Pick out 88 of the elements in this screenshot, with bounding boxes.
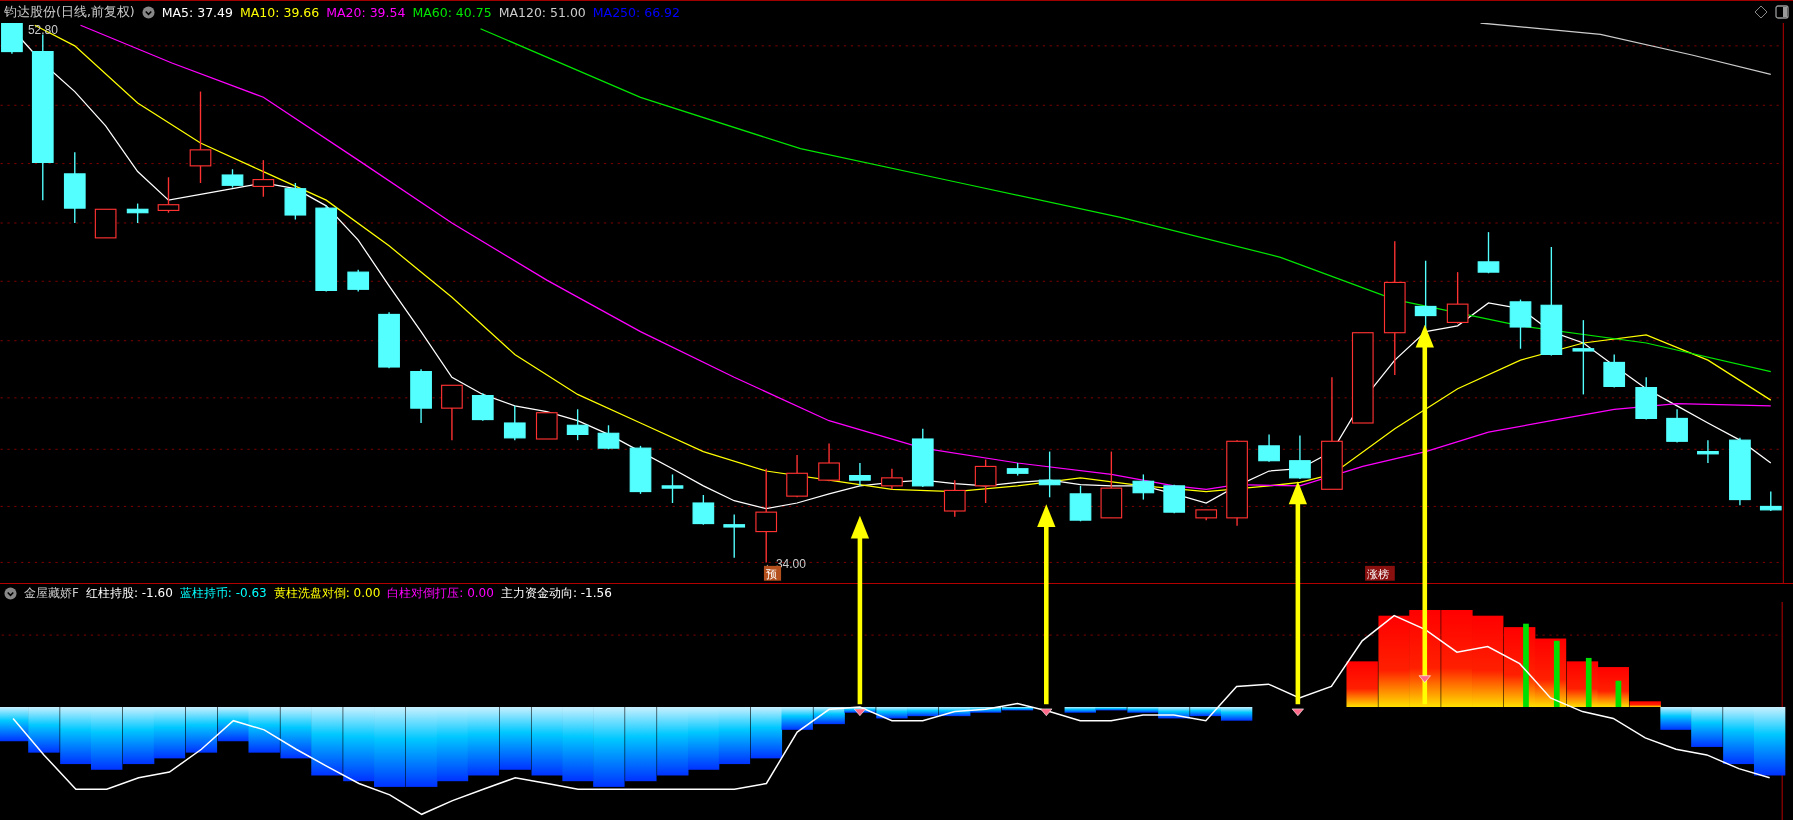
indicator-reading: 黄柱洗盘对倒: 0.00 xyxy=(273,584,381,602)
indicator-bar xyxy=(907,707,939,717)
indicator-bar xyxy=(28,707,60,753)
candlestick xyxy=(94,208,117,239)
indicator-bar xyxy=(718,707,751,765)
indicator-bar xyxy=(657,707,689,776)
candlestick xyxy=(1163,484,1186,514)
candlestick xyxy=(1100,450,1123,519)
indicator-bar xyxy=(687,707,720,770)
candlestick xyxy=(157,176,180,214)
indicator-bar xyxy=(1190,707,1222,717)
diamond-marker-icon xyxy=(1040,708,1053,717)
indicator-reading: 主力资金动向: -1.56 xyxy=(500,584,612,602)
candlestick xyxy=(252,159,275,198)
indicator-reading: 红柱持股: -1.60 xyxy=(85,584,173,602)
indicator-bar xyxy=(91,707,123,770)
candlestick xyxy=(1697,439,1719,464)
indicator-bar xyxy=(122,707,155,765)
candlestick xyxy=(1635,376,1658,421)
candlestick xyxy=(723,513,746,559)
dropdown-icon[interactable] xyxy=(141,5,155,19)
candlestick xyxy=(911,428,934,488)
indicator-bar xyxy=(185,707,218,753)
diamond-marker-icon xyxy=(1291,708,1304,717)
candlestick xyxy=(597,424,620,450)
candlestick xyxy=(786,454,808,498)
candlestick xyxy=(221,168,244,189)
candlestick xyxy=(974,458,997,504)
candlestick xyxy=(818,442,840,482)
candlestick xyxy=(1729,437,1751,506)
indicator-bar xyxy=(60,707,92,765)
ma-legend-value: MA250: 66.92 xyxy=(592,4,680,20)
candlestick xyxy=(1289,434,1311,480)
candlestick xyxy=(1006,462,1029,477)
candlestick xyxy=(1603,353,1626,389)
candlestick xyxy=(881,468,903,490)
diamond-marker-icon xyxy=(853,708,866,717)
candlestick xyxy=(661,473,684,504)
indicator-bar xyxy=(153,707,186,759)
indicator-bar xyxy=(1220,707,1253,721)
candlestick xyxy=(126,202,149,224)
candlestick xyxy=(1195,509,1218,521)
indicator-bar xyxy=(248,707,280,753)
candlestick xyxy=(1,23,23,55)
candlestick xyxy=(1258,433,1280,463)
candlestick xyxy=(410,368,432,424)
dropdown-icon[interactable] xyxy=(4,586,17,600)
diamond-icon[interactable] xyxy=(1754,5,1768,19)
candlestick xyxy=(1038,450,1061,498)
indicator-bar xyxy=(467,707,499,776)
candlestick xyxy=(1132,473,1155,501)
indicator-bar xyxy=(499,707,531,770)
candlestick xyxy=(1446,271,1469,325)
indicator-bar xyxy=(217,707,250,742)
ma-legend-value: MA60: 40.75 xyxy=(412,4,492,20)
candlestick xyxy=(943,479,966,518)
candlestick xyxy=(284,182,307,221)
candlestick xyxy=(441,384,463,441)
ma-legend-value: MA20: 39.54 xyxy=(326,4,406,20)
diamond-marker-icon xyxy=(1418,675,1431,683)
indicator-reading: 蓝柱持币: -0.63 xyxy=(179,584,267,602)
candlestick xyxy=(849,462,871,487)
candlestick xyxy=(629,445,652,495)
candlestick xyxy=(471,392,494,422)
indicator-title: 金屋藏娇F xyxy=(24,584,79,602)
candlestick xyxy=(1759,490,1782,512)
candlestick xyxy=(1069,485,1092,522)
ma-legend-value: MA10: 39.66 xyxy=(240,4,320,20)
candlestick xyxy=(692,494,715,526)
candlestick xyxy=(535,412,558,440)
ma-legend-value: MA120: 51.00 xyxy=(498,4,586,20)
indicator-bar xyxy=(0,707,29,742)
candlestick xyxy=(566,408,589,441)
ma-legend-value: MA5: 37.49 xyxy=(161,4,233,20)
event-tag: 涨榜 xyxy=(1365,565,1395,581)
indicator-reading: 白柱对倒打压: 0.00 xyxy=(387,584,494,602)
panel-toggle-icon[interactable] xyxy=(1775,5,1789,19)
candlestick xyxy=(1509,298,1532,350)
indicator-bar xyxy=(311,707,343,776)
indicator-bar xyxy=(280,707,312,759)
candlestick xyxy=(1666,408,1688,444)
indicator-bar xyxy=(1753,707,1786,776)
candlestick xyxy=(503,405,526,441)
stock-title: 钧达股份(日线,前复权) xyxy=(4,3,135,21)
candlestick xyxy=(378,311,400,369)
indicator-bar xyxy=(531,707,563,776)
candlestick xyxy=(1477,231,1500,274)
candlestick xyxy=(347,269,370,293)
